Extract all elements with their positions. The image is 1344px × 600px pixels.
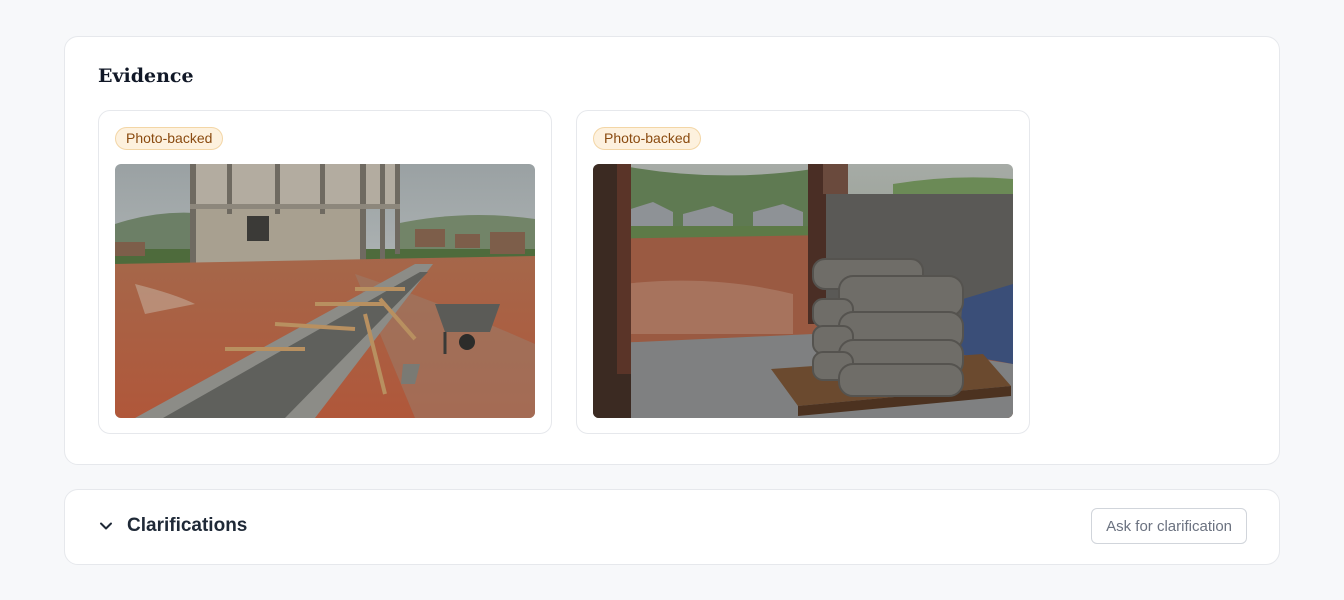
evidence-title: Evidence	[98, 65, 194, 87]
evidence-card[interactable]: Photo-backed	[576, 110, 1030, 434]
ask-for-clarification-button[interactable]: Ask for clarification	[1091, 508, 1247, 544]
evidence-panel: Evidence Photo-backed Photo-backed	[64, 36, 1280, 465]
clarifications-panel: Clarifications Ask for clarification	[64, 489, 1280, 565]
cement-bags-photo[interactable]	[593, 164, 1013, 418]
photo-backed-badge: Photo-backed	[593, 127, 702, 150]
clarifications-title[interactable]: Clarifications	[127, 515, 247, 537]
chevron-down-icon[interactable]	[98, 518, 114, 534]
evidence-card[interactable]: Photo-backed	[98, 110, 552, 434]
construction-site-photo[interactable]	[115, 164, 535, 418]
photo-backed-badge: Photo-backed	[115, 127, 224, 150]
